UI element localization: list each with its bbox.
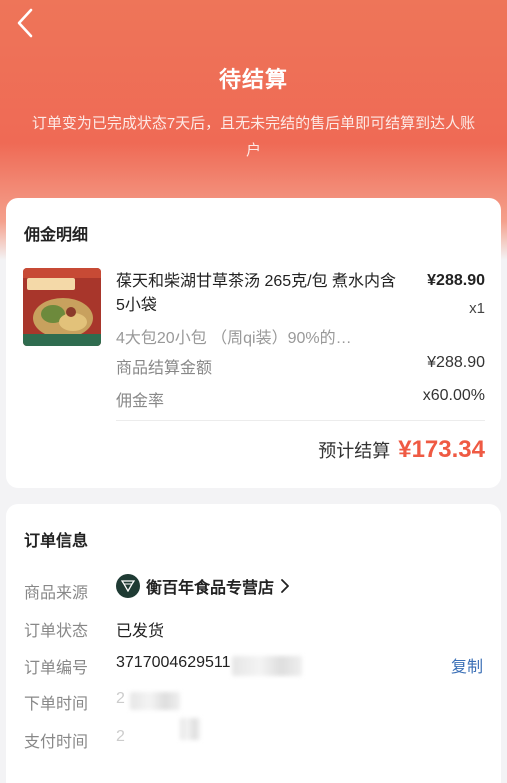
redaction-mask [130, 692, 180, 710]
order-time-label: 下单时间 [24, 696, 89, 713]
product-name[interactable]: 葆天和柴湖甘草茶汤 265克/包 煮水内含5小袋 [116, 270, 401, 318]
store-link[interactable]: 衡百年食品专营店 [116, 574, 290, 598]
estimated-settlement-label: 预计结算 [318, 441, 391, 461]
source-label: 商品来源 [24, 585, 89, 602]
product-price: ¥288.90 [427, 272, 485, 289]
commission-rate-value: x60.00% [422, 387, 485, 404]
redaction-mask [180, 718, 200, 740]
order-info-card: 订单信息 商品来源 衡百年食品专营店 订单状态 已发货 订单编号 3717004… [6, 504, 501, 783]
copy-button[interactable]: 复制 [451, 653, 483, 677]
estimated-settlement: 预计结算 ¥173.34 [318, 436, 485, 464]
status-value: 已发货 [116, 623, 165, 640]
product-spec: 4大包20小包 （周qi装）90%的… [116, 330, 352, 347]
back-button[interactable] [10, 6, 40, 40]
page-title: 待结算 [218, 67, 288, 92]
commission-card: 佣金明细 葆天和柴湖甘草茶汤 265克/包 煮水内含5小袋 ¥288.90 x1… [6, 198, 501, 488]
order-time-value: 2 [116, 690, 125, 707]
store-logo-icon [116, 574, 140, 598]
product-image [23, 268, 101, 346]
commission-section-title: 佣金明细 [24, 227, 89, 244]
commission-rate-label: 佣金率 [116, 393, 165, 410]
pay-time-value: 2 [116, 728, 125, 745]
chevron-right-icon [280, 579, 290, 593]
redaction-mask [232, 656, 302, 676]
estimated-settlement-value: ¥173.34 [398, 436, 485, 463]
store-name: 衡百年食品专营店 [146, 580, 275, 597]
order-number-label: 订单编号 [24, 660, 89, 677]
status-label: 订单状态 [24, 623, 89, 640]
order-section-title: 订单信息 [24, 533, 89, 550]
pay-time-label: 支付时间 [24, 734, 89, 751]
settlement-amount-label: 商品结算金额 [116, 360, 213, 377]
chevron-left-icon [17, 8, 33, 38]
settlement-description: 订单变为已完成状态7天后，且无未完结的售后单即可结算到达人账户 [31, 115, 476, 159]
order-number-value: 3717004629511 [116, 654, 231, 671]
product-quantity: x1 [469, 300, 485, 317]
settlement-amount-value: ¥288.90 [427, 354, 485, 371]
product-thumbnail[interactable] [23, 268, 101, 346]
divider [116, 420, 485, 421]
